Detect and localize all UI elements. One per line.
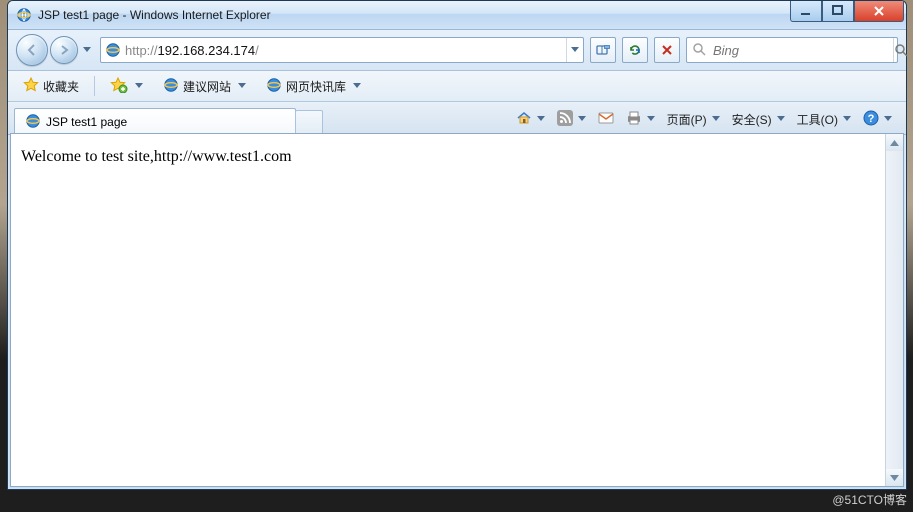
chevron-down-icon	[647, 116, 655, 122]
ie-icon	[163, 77, 179, 96]
rss-icon	[557, 110, 573, 129]
chevron-down-icon	[712, 116, 720, 122]
search-provider-icon	[692, 42, 706, 58]
nav-history-dropdown[interactable]	[80, 35, 94, 65]
vertical-scrollbar[interactable]	[885, 134, 903, 486]
ie-icon	[266, 77, 282, 96]
page-label: 页面(P)	[667, 111, 707, 128]
safety-menu[interactable]: 安全(S)	[728, 108, 789, 130]
home-icon	[516, 110, 532, 129]
url-prefix: http://	[125, 43, 158, 58]
window-buttons	[790, 1, 904, 21]
chevron-down-icon	[843, 116, 851, 122]
web-slice-gallery-link[interactable]: 网页快讯库	[259, 74, 368, 98]
web-slice-label: 网页快讯库	[286, 78, 346, 95]
print-button[interactable]	[622, 108, 659, 130]
tab-row: JSP test1 page	[8, 102, 906, 135]
favorites-bar: 收藏夹 建议网站 网页快讯库	[8, 71, 906, 102]
nav-buttons	[16, 34, 94, 66]
ie-icon	[16, 7, 32, 23]
add-favorite-button[interactable]	[103, 74, 150, 98]
tools-label: 工具(O)	[797, 111, 838, 128]
page-menu[interactable]: 页面(P)	[663, 108, 724, 130]
address-input[interactable]: http://192.168.234.174/	[125, 41, 566, 60]
watermark: @51CTO博客	[832, 491, 907, 508]
read-mail-button[interactable]	[594, 108, 618, 130]
tab-icon	[25, 113, 41, 132]
url-host: 192.168.234.174	[158, 43, 256, 58]
home-button[interactable]	[512, 108, 549, 130]
stop-button[interactable]	[654, 37, 680, 63]
back-button[interactable]	[16, 34, 48, 66]
ie-window: JSP test1 page - Windows Internet Explor…	[7, 0, 907, 490]
tools-menu[interactable]: 工具(O)	[793, 108, 855, 130]
scroll-up-button[interactable]	[886, 134, 903, 151]
suggested-sites-label: 建议网站	[183, 78, 231, 95]
scroll-down-button[interactable]	[886, 469, 903, 486]
new-tab-button[interactable]	[295, 110, 323, 135]
command-bar: 页面(P) 安全(S) 工具(O) ?	[323, 104, 900, 134]
close-button[interactable]	[854, 1, 904, 22]
search-box[interactable]	[686, 37, 898, 63]
safety-label: 安全(S)	[732, 111, 772, 128]
printer-icon	[626, 110, 642, 129]
content-viewport: Welcome to test site,http://www.test1.co…	[10, 133, 904, 487]
compat-view-button[interactable]	[590, 37, 616, 63]
search-go-button[interactable]	[893, 38, 908, 62]
address-dropdown[interactable]	[566, 38, 583, 62]
minimize-button[interactable]	[790, 1, 822, 22]
chevron-down-icon	[135, 83, 143, 89]
tab-current[interactable]: JSP test1 page	[14, 108, 296, 135]
suggested-sites-link[interactable]: 建议网站	[156, 74, 253, 98]
refresh-button[interactable]	[622, 37, 648, 63]
address-bar-row: http://192.168.234.174/	[8, 30, 906, 71]
favorites-label: 收藏夹	[43, 78, 79, 95]
tab-title: JSP test1 page	[46, 115, 127, 129]
feeds-button[interactable]	[553, 108, 590, 130]
chevron-down-icon	[353, 83, 361, 89]
page-text: Welcome to test site,http://www.test1.co…	[21, 148, 292, 165]
chevron-down-icon	[578, 116, 586, 122]
window-title: JSP test1 page - Windows Internet Explor…	[38, 8, 790, 22]
favorites-button[interactable]: 收藏夹	[16, 74, 86, 98]
svg-text:?: ?	[868, 113, 875, 125]
page-body: Welcome to test site,http://www.test1.co…	[11, 134, 903, 486]
star-icon	[23, 77, 39, 96]
chevron-down-icon	[777, 116, 785, 122]
star-plus-icon	[110, 77, 128, 96]
titlebar[interactable]: JSP test1 page - Windows Internet Explor…	[8, 1, 906, 30]
address-bar[interactable]: http://192.168.234.174/	[100, 37, 584, 63]
maximize-button[interactable]	[822, 1, 854, 22]
search-input[interactable]	[711, 42, 893, 59]
chevron-down-icon	[537, 116, 545, 122]
site-icon	[105, 42, 121, 58]
scroll-track[interactable]	[886, 151, 903, 469]
chevron-down-icon	[884, 116, 892, 122]
forward-button[interactable]	[50, 36, 78, 64]
help-button[interactable]: ?	[859, 108, 896, 130]
chevron-down-icon	[238, 83, 246, 89]
url-suffix: /	[255, 43, 259, 58]
help-icon: ?	[863, 110, 879, 129]
mail-icon	[598, 111, 614, 128]
separator	[94, 76, 95, 96]
